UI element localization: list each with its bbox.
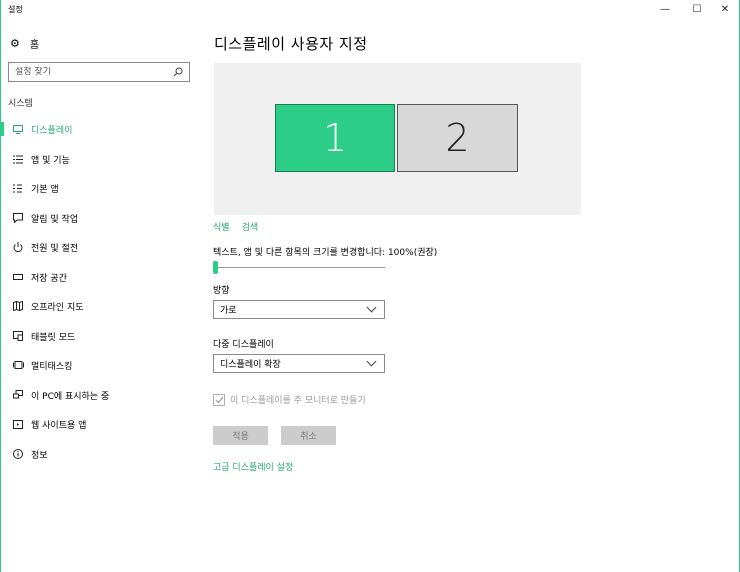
home-label: 홈 — [29, 40, 40, 51]
main-display-option[interactable]: 이 디스플레이를 주 모니터로 만들기 — [213, 393, 366, 406]
storage-icon — [11, 274, 25, 280]
sidebar-item-multitasking[interactable]: 멀티태스킹 — [0, 354, 200, 376]
search-box[interactable] — [8, 62, 190, 82]
preview-links: 식별 검색 — [213, 220, 258, 233]
scale-label: 텍스트, 앱 및 다른 항목의 크기를 변경합니다: 100%(권장) — [213, 248, 438, 258]
sidebar-item-label: 웹 사이트용 앱 — [31, 420, 87, 431]
monitor-icon — [11, 124, 25, 134]
main-display-label: 이 디스플레이를 주 모니터로 만들기 — [230, 396, 366, 406]
sidebar-item-label: 앱 및 기능 — [31, 155, 70, 166]
home-nav-item[interactable]: ⚙ 홈 — [10, 36, 39, 51]
tablet-icon — [11, 331, 25, 341]
cancel-button[interactable]: 취소 — [281, 426, 336, 445]
sidebar-item-label: 전원 및 절전 — [31, 243, 79, 254]
active-indicator — [1, 122, 4, 136]
sidebar-item-notifications[interactable]: 알림 및 작업 — [0, 207, 200, 229]
main-display-checkbox[interactable] — [213, 393, 225, 406]
sidebar-item-web-apps[interactable]: 웹 사이트용 앱 — [0, 413, 200, 435]
projecting-icon — [11, 390, 25, 400]
map-icon — [11, 301, 25, 311]
maximize-icon: ☐ — [692, 3, 702, 15]
sidebar-item-label: 저장 공간 — [31, 273, 67, 284]
identify-link[interactable]: 식별 — [213, 220, 230, 233]
close-button[interactable]: ✕ — [711, 0, 739, 18]
sidebar-item-tablet-mode[interactable]: 태블릿 모드 — [0, 325, 200, 347]
gear-icon: ⚙ — [10, 37, 20, 50]
scale-slider[interactable] — [213, 260, 385, 274]
sidebar-item-offline-maps[interactable]: 오프라인 지도 — [0, 295, 200, 317]
page-title: 디스플레이 사용자 지정 — [214, 35, 368, 53]
sidebar-item-label: 태블릿 모드 — [31, 332, 76, 343]
detect-link[interactable]: 검색 — [242, 220, 259, 233]
checkmark-icon — [215, 396, 223, 403]
sidebar-item-apps-features[interactable]: 앱 및 기능 — [0, 148, 200, 170]
window-title: 설정 — [8, 5, 23, 14]
display-arrangement-preview: 1 2 — [214, 63, 581, 215]
multitasking-icon — [11, 361, 25, 369]
orientation-dropdown[interactable]: 가로 — [213, 300, 385, 319]
maximize-button[interactable]: ☐ — [683, 0, 711, 18]
sidebar-item-label: 이 PC에 표시하는 중 — [31, 391, 110, 402]
apply-button[interactable]: 적용 — [213, 426, 268, 445]
web-apps-icon — [11, 419, 25, 429]
default-apps-icon — [11, 184, 25, 193]
minimize-button[interactable]: — — [651, 0, 679, 18]
search-input[interactable] — [15, 67, 165, 77]
sidebar-item-label: 정보 — [31, 450, 48, 461]
search-icon — [173, 67, 183, 77]
multi-display-value: 디스플레이 확장 — [220, 360, 281, 370]
section-label-system: 시스템 — [8, 99, 33, 109]
chevron-down-icon — [366, 356, 377, 367]
power-icon — [11, 242, 25, 252]
orientation-value: 가로 — [220, 306, 237, 316]
multi-display-dropdown[interactable]: 디스플레이 확장 — [213, 354, 385, 373]
sidebar-item-label: 기본 앱 — [31, 184, 59, 195]
sidebar-item-power[interactable]: 전원 및 절전 — [0, 236, 200, 258]
sidebar-item-about[interactable]: 정보 — [0, 443, 200, 465]
monitor-2[interactable]: 2 — [397, 104, 518, 172]
monitor-1[interactable]: 1 — [275, 104, 395, 172]
apps-list-icon — [11, 155, 25, 164]
close-icon: ✕ — [720, 3, 730, 15]
sidebar-item-storage[interactable]: 저장 공간 — [0, 266, 200, 288]
orientation-label: 방향 — [213, 286, 230, 296]
sidebar-item-label: 알림 및 작업 — [31, 214, 79, 225]
slider-thumb[interactable] — [213, 261, 218, 274]
sidebar: ⚙ 홈 시스템 디스플레이 앱 및 기능 기본 앱 알림 및 작업 — [0, 18, 200, 572]
info-icon — [11, 449, 25, 459]
sidebar-item-projecting[interactable]: 이 PC에 표시하는 중 — [0, 384, 200, 406]
chevron-down-icon — [366, 302, 377, 313]
sidebar-item-label: 오프라인 지도 — [31, 302, 84, 313]
minimize-icon: — — [660, 3, 670, 15]
sidebar-item-label: 디스플레이 — [31, 125, 73, 136]
notification-icon — [11, 213, 25, 223]
sidebar-item-default-apps[interactable]: 기본 앱 — [0, 177, 200, 199]
sidebar-item-display[interactable]: 디스플레이 — [0, 118, 200, 140]
advanced-display-settings-link[interactable]: 고급 디스플레이 설정 — [213, 460, 293, 473]
slider-track — [213, 267, 385, 268]
title-bar: 설정 — ☐ ✕ — [0, 0, 740, 18]
sidebar-item-label: 멀티태스킹 — [31, 361, 73, 372]
multi-display-label: 다중 디스플레이 — [213, 340, 274, 350]
